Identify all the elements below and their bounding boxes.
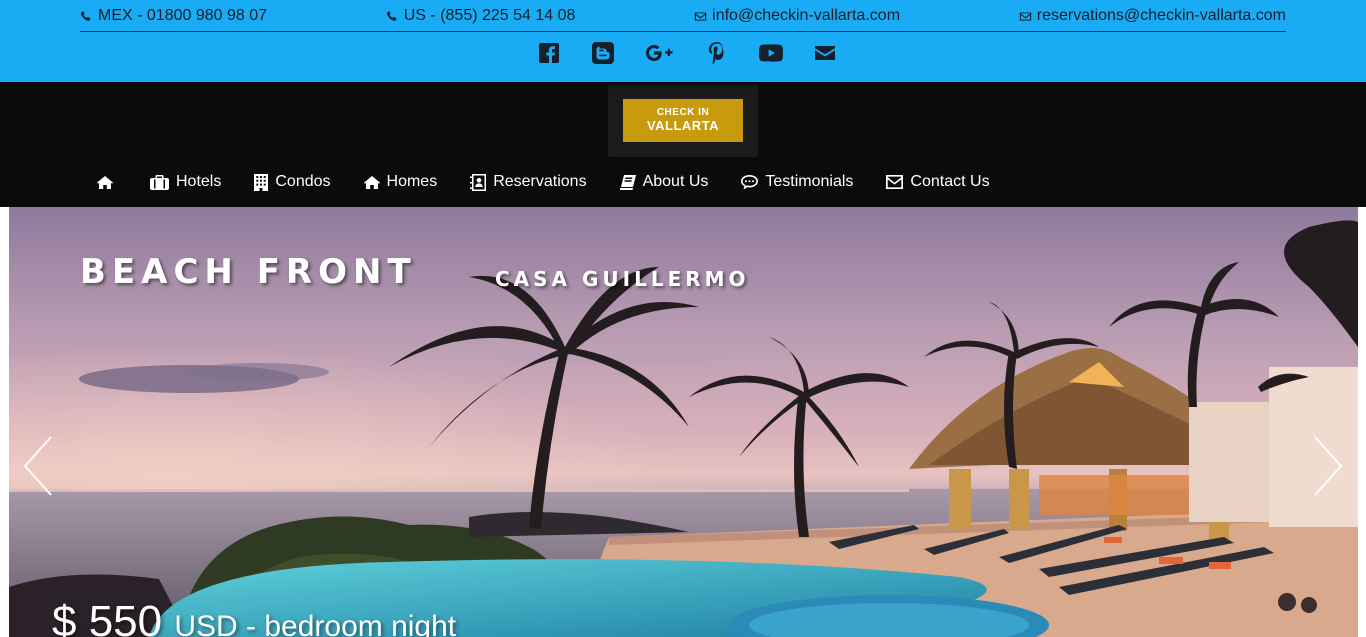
nav-item-testimonials[interactable]: Testimonials — [741, 173, 853, 191]
facebook-icon[interactable] — [537, 41, 561, 65]
phone-icon — [80, 10, 91, 21]
envelope-icon — [886, 175, 904, 189]
building-icon — [254, 173, 269, 191]
nav-item-about-us[interactable]: About Us — [619, 173, 709, 191]
main-header: CHECK IN VALLARTA Hotels Condos Homes Re… — [0, 82, 1366, 207]
nav-item-contact-us-label: Contact Us — [910, 173, 990, 190]
nav-item-homes[interactable]: Homes — [363, 173, 438, 191]
nav-item-condos-label: Condos — [275, 173, 331, 190]
nav-item-reservations-label: Reservations — [493, 173, 587, 190]
comment-icon — [741, 174, 759, 189]
contact-book-icon — [470, 173, 487, 191]
hero-title: BEACH FRONT — [80, 252, 417, 292]
pinterest-icon[interactable] — [705, 41, 729, 65]
phone-icon — [386, 10, 397, 21]
contact-phone-us[interactable]: US - (855) 225 54 14 08 — [386, 7, 576, 25]
nav-item-hotels[interactable]: Hotels — [150, 173, 221, 191]
chevron-right-icon[interactable] — [1311, 435, 1345, 497]
book-icon — [619, 174, 636, 190]
nav-item-contact-us[interactable]: Contact Us — [886, 173, 990, 191]
contact-email-reservations-text: reservations@checkin-vallarta.com — [1036, 7, 1286, 24]
chevron-left-icon[interactable] — [21, 435, 55, 497]
contact-phone-us-text: US - (855) 225 54 14 08 — [403, 7, 576, 24]
envelope-outline-icon — [694, 11, 707, 21]
social-links — [0, 38, 1366, 68]
nav-item-condos[interactable]: Condos — [254, 173, 331, 191]
contact-email-info[interactable]: info@checkin-vallarta.com — [694, 7, 900, 25]
youtube-icon[interactable] — [759, 41, 783, 65]
nav-item-about-us-label: About Us — [642, 173, 709, 190]
hero-price-suffix: USD - bedroom night — [174, 610, 457, 637]
nav-item-hotels-label: Hotels — [176, 173, 222, 190]
logo-line-2: VALLARTA — [646, 117, 720, 133]
nav-item-reservations[interactable]: Reservations — [470, 173, 587, 191]
nav-item-testimonials-label: Testimonials — [765, 173, 854, 190]
top-contact-bar: MEX - 01800 980 98 07 US - (855) 225 54 … — [0, 0, 1366, 82]
hero-price: $ 550 USD - bedroom night — [52, 597, 456, 637]
google-plus-icon[interactable] — [645, 41, 675, 65]
contact-phone-mex[interactable]: MEX - 01800 980 98 07 — [80, 7, 267, 25]
main-nav: Hotels Condos Homes Reservations About U… — [97, 170, 990, 194]
email-icon[interactable] — [813, 41, 837, 65]
blogger-icon[interactable] — [591, 41, 615, 65]
hero-price-amount: $ 550 — [52, 597, 163, 637]
envelope-outline-icon — [1019, 11, 1031, 21]
contact-email-reservations[interactable]: reservations@checkin-vallarta.com — [1019, 7, 1286, 25]
nav-item-homes-label: Homes — [386, 173, 438, 190]
home-icon — [97, 175, 113, 189]
suitcase-icon — [150, 174, 169, 190]
hero-slider[interactable]: BEACH FRONT CASA GUILLERMO $ 550 USD - b… — [9, 207, 1358, 637]
site-logo[interactable]: CHECK IN VALLARTA — [623, 99, 743, 142]
contact-phone-mex-text: MEX - 01800 980 98 07 — [98, 7, 268, 24]
contact-email-info-text: info@checkin-vallarta.com — [712, 7, 901, 24]
nav-item-home[interactable] — [97, 175, 113, 189]
hero-subtitle: CASA GUILLERMO — [495, 267, 750, 291]
contact-row: MEX - 01800 980 98 07 US - (855) 225 54 … — [80, 0, 1286, 32]
logo-container: CHECK IN VALLARTA — [608, 84, 758, 157]
home-icon — [363, 175, 380, 189]
